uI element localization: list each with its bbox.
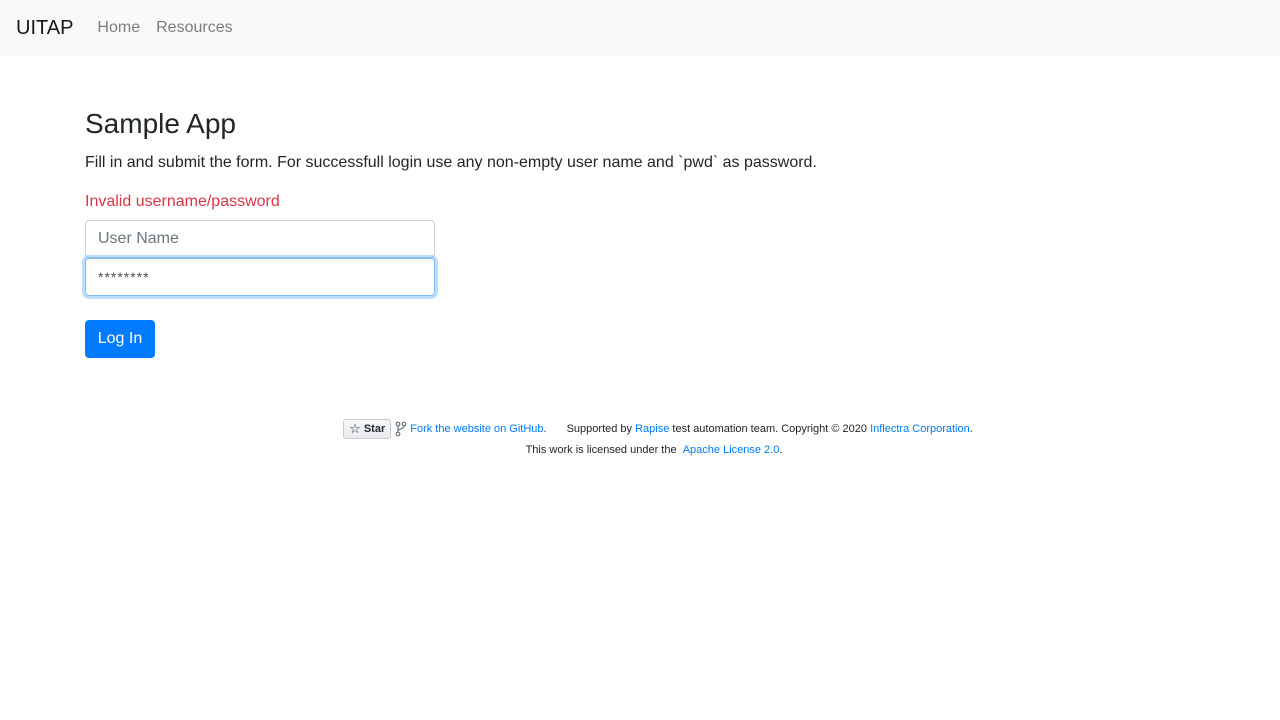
nav-link-resources[interactable]: Resources bbox=[156, 20, 232, 36]
footer: ☆ Star Fork the website on GitHub. Suppo… bbox=[0, 418, 1280, 459]
login-button[interactable]: Log In bbox=[85, 319, 155, 358]
license-period: . bbox=[779, 444, 783, 456]
fork-period: . bbox=[543, 423, 547, 435]
inflectra-link[interactable]: Inflectra Corporation bbox=[870, 423, 970, 435]
github-star-button[interactable]: ☆ Star bbox=[343, 419, 392, 439]
nav-link-home[interactable]: Home bbox=[97, 20, 140, 36]
fork-icon bbox=[395, 421, 407, 437]
password-input[interactable] bbox=[85, 257, 435, 296]
navbar-brand[interactable]: UITAP bbox=[16, 18, 73, 38]
star-label: Star bbox=[363, 423, 386, 435]
navbar: UITAP Home Resources bbox=[0, 0, 1280, 56]
username-input[interactable] bbox=[85, 219, 435, 258]
page-title: Sample App bbox=[85, 108, 236, 139]
footer-line-1: ☆ Star Fork the website on GitHub. Suppo… bbox=[0, 418, 1280, 440]
main-content: Sample App Fill in and submit the form. … bbox=[85, 104, 1195, 358]
login-status-message: Invalid username/password bbox=[85, 192, 280, 210]
supported-prefix: Supported by bbox=[566, 423, 633, 435]
license-prefix: This work is licensed under the bbox=[525, 444, 680, 456]
inflectra-period: . bbox=[969, 423, 973, 435]
page-description: Fill in and submit the form. For success… bbox=[85, 153, 817, 171]
apache-license-link[interactable]: Apache License 2.0 bbox=[683, 444, 780, 456]
star-icon: ☆ bbox=[349, 421, 361, 436]
footer-line-2: This work is licensed under the Apache L… bbox=[0, 441, 1280, 459]
fork-github-link[interactable]: Fork the website on GitHub bbox=[410, 423, 543, 435]
supported-middle: test automation team. Copyright © 2020 bbox=[672, 423, 868, 435]
rapise-link[interactable]: Rapise bbox=[635, 423, 669, 435]
